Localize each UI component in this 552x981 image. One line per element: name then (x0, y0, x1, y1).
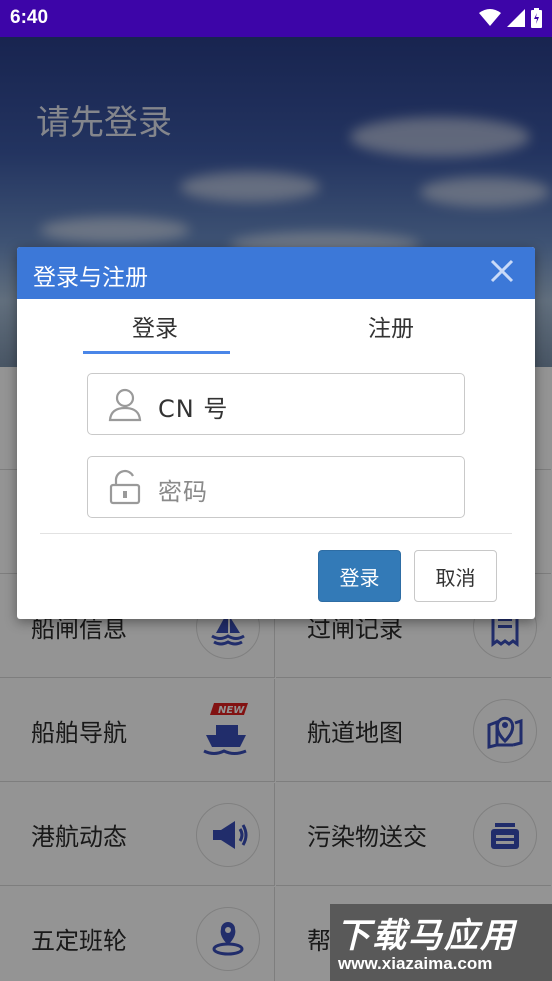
watermark-url: www.xiazaima.com (338, 954, 493, 973)
dialog-divider (40, 533, 512, 534)
password-placeholder: 密码 (158, 478, 208, 506)
watermark-logo: 下载马应用 www.xiazaima.com (330, 904, 552, 981)
login-register-dialog: 登录与注册 登录 注册 CN 号 密码 登录 取消 (17, 247, 535, 619)
lock-icon (109, 469, 141, 505)
user-icon (108, 388, 142, 422)
active-tab-indicator (83, 351, 230, 354)
dialog-title: 登录与注册 (33, 265, 148, 291)
battery-icon (531, 8, 542, 28)
dialog-header: 登录与注册 (17, 247, 535, 299)
watermark-text: 下载马应用 (336, 916, 516, 956)
tab-register[interactable]: 注册 (368, 309, 414, 343)
dialog-tabs: 登录 注册 (17, 309, 535, 359)
cancel-button[interactable]: 取消 (414, 550, 497, 602)
login-button[interactable]: 登录 (318, 550, 401, 602)
status-bar: 6:40 (0, 0, 552, 37)
status-time: 6:40 (10, 7, 49, 28)
cn-number-field[interactable]: CN 号 (87, 373, 465, 435)
cn-number-value: CN 号 (158, 395, 229, 423)
tab-login[interactable]: 登录 (132, 309, 178, 343)
status-icons (479, 8, 542, 28)
close-icon[interactable] (487, 256, 517, 286)
password-field[interactable]: 密码 (87, 456, 465, 518)
wifi-icon (479, 9, 501, 26)
signal-icon (507, 9, 525, 27)
